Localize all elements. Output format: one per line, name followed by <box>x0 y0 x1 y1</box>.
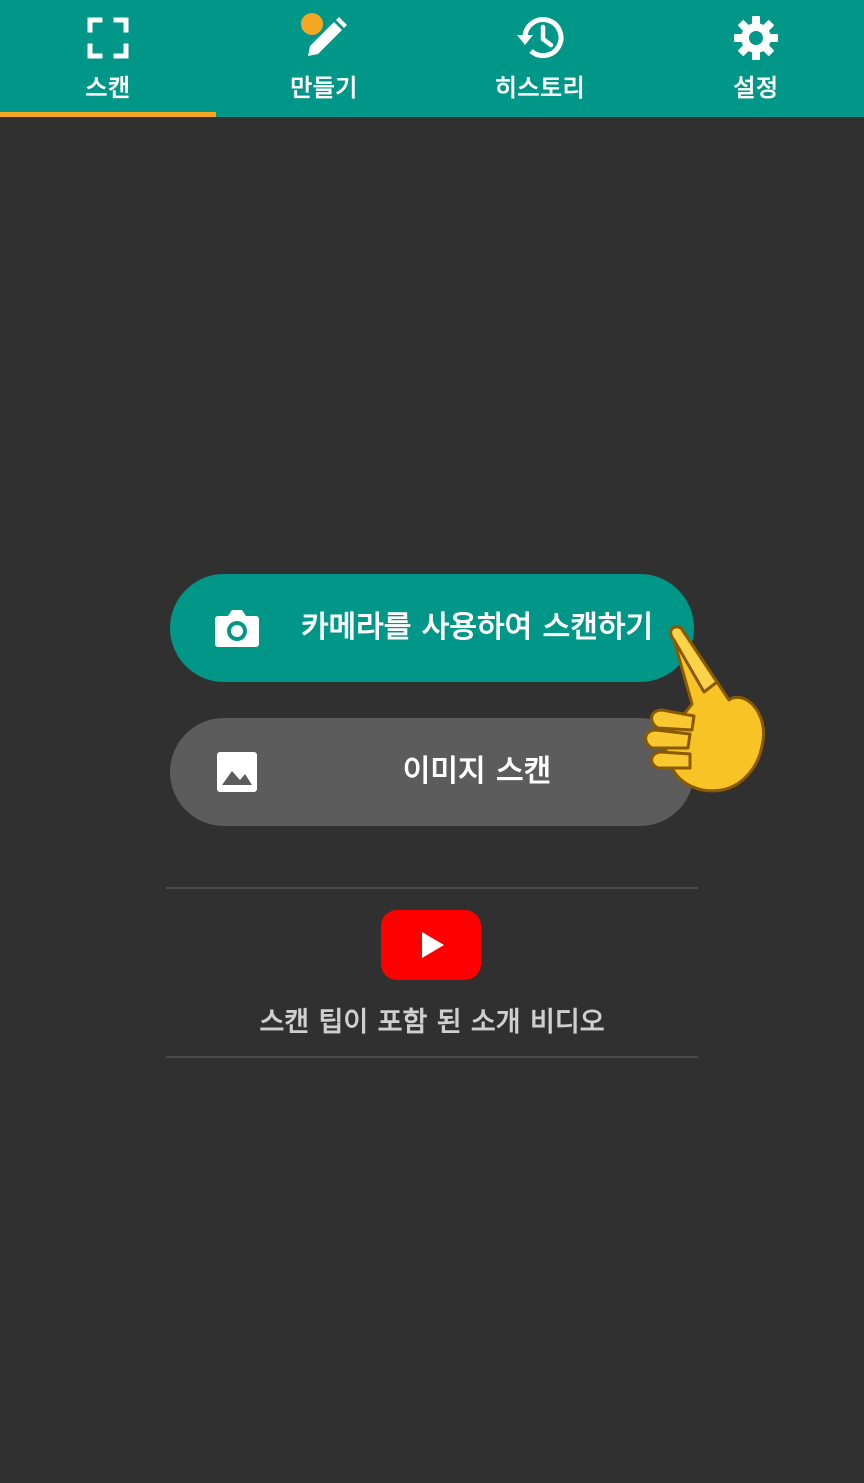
image-scan-button[interactable]: 이미지 스캔 <box>170 718 694 826</box>
youtube-play-icon[interactable] <box>381 910 481 980</box>
tab-create[interactable]: 만들기 <box>216 0 432 117</box>
camera-scan-label: 카메라를 사용하여 스캔하기 <box>300 610 654 645</box>
camera-icon <box>214 606 260 650</box>
pencil-create-icon <box>298 12 350 64</box>
tab-history[interactable]: 히스토리 <box>432 0 648 117</box>
tab-history-label: 히스토리 <box>494 74 586 102</box>
top-divider <box>166 887 698 889</box>
image-scan-label: 이미지 스캔 <box>402 754 552 789</box>
camera-scan-button[interactable]: 카메라를 사용하여 스캔하기 <box>170 574 694 682</box>
app-screen: 스캔 만들기 히스토리 설정 카메라를 사용하여 스캔하기 이미지 스캔 스캔 … <box>0 0 864 1483</box>
bottom-divider <box>166 1056 698 1058</box>
history-icon <box>514 12 566 64</box>
tab-scan-label: 스캔 <box>85 74 131 102</box>
selected-tab-indicator <box>0 112 216 117</box>
intro-video-link[interactable]: 스캔 팁이 포함 된 소개 비디오 <box>166 1000 698 1040</box>
tab-settings-label: 설정 <box>733 74 779 102</box>
tab-settings[interactable]: 설정 <box>648 0 864 117</box>
pointing-hand-icon <box>634 618 784 808</box>
image-icon <box>214 750 260 794</box>
tab-create-label: 만들기 <box>290 74 358 102</box>
top-tab-bar: 스캔 만들기 히스토리 설정 <box>0 0 864 117</box>
tab-scan[interactable]: 스캔 <box>0 0 216 117</box>
gear-icon <box>730 12 782 64</box>
scan-frame-icon <box>82 12 134 64</box>
